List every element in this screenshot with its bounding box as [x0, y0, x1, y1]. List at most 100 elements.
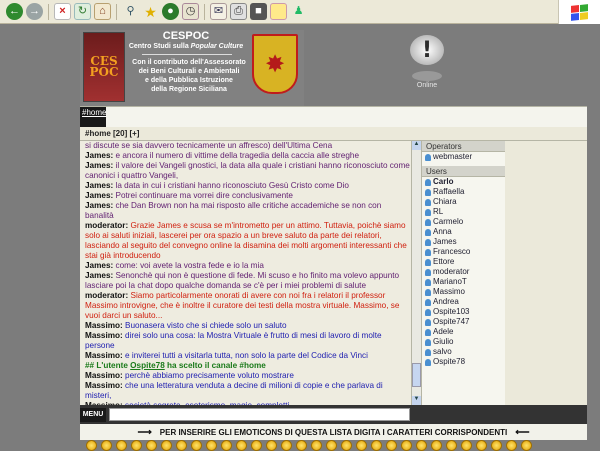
smiley-emoticon-icon[interactable] — [176, 440, 187, 451]
user-name: Anna — [433, 227, 452, 236]
smiley-emoticon-icon[interactable] — [491, 440, 502, 451]
user-name: Ospite747 — [433, 317, 470, 326]
user-list-item[interactable]: Chiara — [422, 197, 505, 207]
message-text: Grazie James e scusa se m'intrometto per… — [85, 221, 407, 260]
smiley-emoticon-icon[interactable] — [86, 440, 97, 451]
stop-icon[interactable]: × — [54, 3, 71, 20]
message-author: moderator: — [85, 291, 129, 300]
message-text: che una letteratura venduta a decine di … — [85, 381, 383, 400]
tab-home[interactable]: #home — [80, 107, 106, 127]
messenger-icon[interactable]: ♟ — [290, 3, 307, 20]
smiley-emoticon-icon[interactable] — [221, 440, 232, 451]
user-name: Ospite103 — [433, 307, 470, 316]
subtitle-italic: Popular Culture — [190, 43, 244, 50]
user-list-item[interactable]: James — [422, 237, 505, 247]
user-list-item[interactable]: Raffaella — [422, 187, 505, 197]
user-list-item[interactable]: Ospite78 — [422, 357, 505, 367]
smiley-emoticon-icon[interactable] — [356, 440, 367, 451]
smiley-emoticon-icon[interactable] — [281, 440, 292, 451]
smiley-emoticon-icon[interactable] — [191, 440, 202, 451]
message-text: che Dan Brown non ha mai risposto alle c… — [85, 201, 382, 220]
system-user[interactable]: Ospite78 — [130, 361, 165, 370]
smiley-emoticon-icon[interactable] — [251, 440, 262, 451]
toolbar-divider — [204, 3, 205, 20]
smiley-emoticon-icon[interactable] — [131, 440, 142, 451]
user-list-item[interactable]: Adele — [422, 327, 505, 337]
user-list-item[interactable]: salvo — [422, 347, 505, 357]
forward-icon[interactable]: → — [26, 3, 43, 20]
smiley-emoticon-icon[interactable] — [296, 440, 307, 451]
user-name: Adele — [433, 327, 454, 336]
back-icon[interactable]: ← — [6, 3, 23, 20]
smiley-emoticon-icon[interactable] — [311, 440, 322, 451]
mail-icon[interactable]: ✉ — [210, 3, 227, 20]
message-text: Potrei continuare ma vorrei dire conclus… — [113, 191, 294, 200]
user-list-item[interactable]: Anna — [422, 227, 505, 237]
scroll-down-icon[interactable]: ▼ — [412, 396, 421, 405]
user-name: MarianoT — [433, 277, 467, 286]
smiley-emoticon-icon[interactable] — [326, 440, 337, 451]
smiley-emoticon-icon[interactable] — [371, 440, 382, 451]
user-list-item[interactable]: Ospite747 — [422, 317, 505, 327]
user-list-item[interactable]: Francesco — [422, 247, 505, 257]
message-text: il valore dei Vangeli gnostici, la data … — [85, 161, 410, 180]
user-name: Carlo — [433, 177, 454, 186]
smiley-emoticon-icon[interactable] — [401, 440, 412, 451]
smiley-emoticon-icon[interactable] — [206, 440, 217, 451]
favorites-star-icon[interactable]: ★ — [142, 3, 159, 20]
user-list-item[interactable]: MarianoT — [422, 277, 505, 287]
edit-icon[interactable]: ■ — [250, 3, 267, 20]
message-author: James: — [85, 181, 114, 190]
user-icon — [425, 208, 431, 216]
message-author: James: — [85, 201, 114, 210]
smiley-emoticon-icon[interactable] — [341, 440, 352, 451]
message-author: James: — [85, 261, 114, 270]
message-text: Buonasera visto che si chiede solo un sa… — [122, 321, 287, 330]
smiley-emoticon-icon[interactable] — [461, 440, 472, 451]
user-list-item[interactable]: RL — [422, 207, 505, 217]
user-list-item[interactable]: Carmelo — [422, 217, 505, 227]
smiley-emoticon-icon[interactable] — [431, 440, 442, 451]
smiley-emoticon-icon[interactable] — [146, 440, 157, 451]
user-list-item[interactable]: Ettore — [422, 257, 505, 267]
smiley-emoticon-icon[interactable] — [416, 440, 427, 451]
bubble-reflection — [412, 71, 442, 81]
smiley-emoticon-icon[interactable] — [266, 440, 277, 451]
user-list-item[interactable]: moderator — [422, 267, 505, 277]
history-icon[interactable]: ◷ — [182, 3, 199, 20]
smiley-emoticon-icon[interactable] — [506, 440, 517, 451]
scroll-thumb[interactable] — [412, 363, 421, 387]
scroll-up-icon[interactable]: ▲ — [412, 141, 421, 150]
message-text: si discute se sia davvero tecnicamente u… — [85, 141, 333, 150]
user-list-item[interactable]: Massimo — [422, 287, 505, 297]
print-icon[interactable]: ⎙ — [230, 3, 247, 20]
chat-scrollbar[interactable]: ▲ ▼ — [411, 141, 421, 405]
smiley-emoticon-icon[interactable] — [386, 440, 397, 451]
smiley-emoticon-icon[interactable] — [101, 440, 112, 451]
chat-message: James: la data in cui i cristiani hanno … — [85, 181, 411, 191]
media-icon[interactable]: ● — [162, 3, 179, 20]
channel-bar: #home [20] [+] — [80, 127, 587, 141]
user-list-item[interactable]: Carlo — [422, 177, 505, 187]
message-text: direi solo una cosa: la Mostra Virtuale … — [85, 331, 382, 350]
user-list-item[interactable]: Andrea — [422, 297, 505, 307]
smiley-emoticon-icon[interactable] — [116, 440, 127, 451]
refresh-icon[interactable]: ↻ — [74, 3, 91, 20]
search-icon[interactable]: ⚲ — [122, 3, 139, 20]
desc-line: Con il contributo dell'Assessorato — [132, 59, 246, 66]
home-icon[interactable]: ⌂ — [94, 3, 111, 20]
message-text: e ancora il numero di vittime della trag… — [113, 151, 360, 160]
smiley-emoticon-icon[interactable] — [446, 440, 457, 451]
smiley-emoticon-icon[interactable] — [161, 440, 172, 451]
smiley-emoticon-icon[interactable] — [236, 440, 247, 451]
user-list-item[interactable]: webmaster — [422, 152, 505, 162]
user-list-item[interactable]: Ospite103 — [422, 307, 505, 317]
smiley-emoticon-icon[interactable] — [476, 440, 487, 451]
online-status[interactable]: ! Online — [407, 35, 447, 97]
user-list-item[interactable]: Giulio — [422, 337, 505, 347]
notepad-icon[interactable] — [270, 3, 287, 20]
smiley-emoticon-icon[interactable] — [521, 440, 532, 451]
menu-button[interactable]: MENU — [80, 408, 106, 422]
user-icon — [425, 308, 431, 316]
message-input[interactable] — [109, 408, 410, 421]
